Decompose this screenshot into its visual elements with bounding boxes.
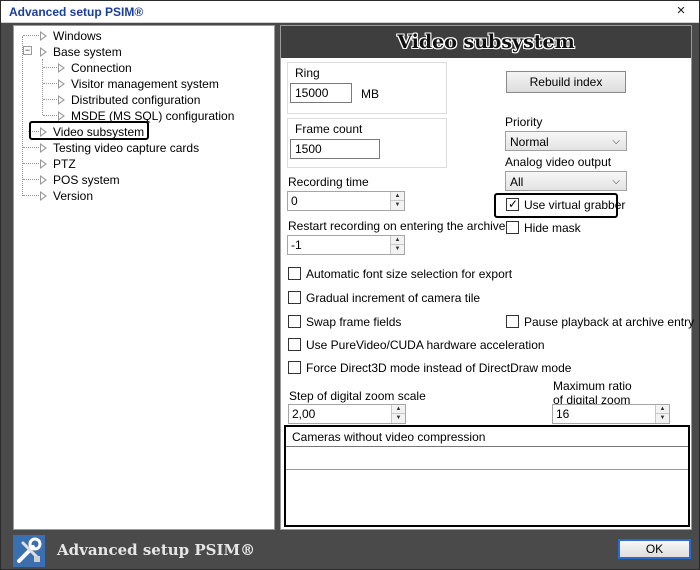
tree-connector xyxy=(43,67,57,68)
auto-font-size-label: Automatic font size selection for export xyxy=(306,267,513,281)
close-icon[interactable]: × xyxy=(673,3,689,19)
purevideo-cuda-label: Use PureVideo/CUDA hardware acceleration xyxy=(306,338,545,352)
tree-connector xyxy=(22,36,23,196)
swap-frame-fields-checkbox[interactable] xyxy=(288,315,301,328)
pause-playback-label: Pause playback at archive entry xyxy=(524,315,695,329)
ring-input[interactable]: 15000 xyxy=(290,83,352,103)
settings-window: Advanced setup PSIM® × − Windows Base sy… xyxy=(0,0,700,570)
triangle-icon xyxy=(40,175,47,185)
arrow-down-icon[interactable]: ▼ xyxy=(391,201,404,210)
max-ratio-label-line1: Maximum ratio xyxy=(553,379,632,393)
collapse-icon[interactable]: − xyxy=(23,46,32,55)
table-row[interactable] xyxy=(286,448,688,470)
tree-connector xyxy=(23,195,39,196)
cameras-table[interactable]: Cameras without video compression xyxy=(284,425,690,527)
triangle-icon xyxy=(58,63,65,73)
frame-count-label: Frame count xyxy=(295,122,363,136)
triangle-icon xyxy=(40,191,47,201)
max-ratio-stepper[interactable]: 16 ▲ ▼ xyxy=(552,404,670,424)
frame-count-input[interactable]: 1500 xyxy=(290,139,380,159)
footer-bar: Advanced setup PSIM® xyxy=(1,531,699,569)
force-direct3d-checkbox[interactable] xyxy=(288,361,301,374)
rebuild-index-button[interactable]: Rebuild index xyxy=(506,71,626,93)
tools-icon xyxy=(13,535,45,567)
title-bar: Advanced setup PSIM® × xyxy=(1,1,699,23)
zoom-step-label: Step of digital zoom scale xyxy=(289,389,426,403)
gradual-increment-label: Gradual increment of camera tile xyxy=(306,291,481,305)
virtual-grabber-highlight xyxy=(494,193,618,218)
tree-connector xyxy=(43,115,57,116)
priority-select[interactable]: Normal ⌵ xyxy=(505,131,627,151)
arrow-up-icon[interactable]: ▲ xyxy=(656,405,669,414)
pause-playback-checkbox[interactable] xyxy=(506,315,519,328)
restart-recording-stepper[interactable]: -1 ▲ ▼ xyxy=(287,235,405,255)
footer-brand: Advanced setup PSIM® xyxy=(57,541,256,559)
triangle-icon xyxy=(40,159,47,169)
chevron-down-icon: ⌵ xyxy=(612,136,620,147)
hide-mask-label: Hide mask xyxy=(524,221,581,235)
tree-item-windows[interactable]: Windows xyxy=(40,28,102,44)
gradual-increment-checkbox[interactable] xyxy=(288,291,301,304)
analog-output-select[interactable]: All ⌵ xyxy=(505,171,627,191)
triangle-icon xyxy=(40,47,47,57)
cameras-table-header: Cameras without video compression xyxy=(286,427,688,447)
selection-highlight xyxy=(29,121,149,140)
tree-item-testing-capture-cards[interactable]: Testing video capture cards xyxy=(40,140,199,156)
priority-label: Priority xyxy=(505,115,543,129)
zoom-step-stepper[interactable]: 2,00 ▲ ▼ xyxy=(288,404,406,424)
tree-connector xyxy=(23,35,39,36)
tree-connector xyxy=(43,99,57,100)
arrow-up-icon[interactable]: ▲ xyxy=(392,405,405,414)
tree-item-connection[interactable]: Connection xyxy=(58,60,132,76)
triangle-icon xyxy=(40,31,47,41)
panel-title: Video subsystem xyxy=(281,26,691,58)
tree-connector xyxy=(23,179,39,180)
restart-recording-label: Restart recording on entering the archiv… xyxy=(288,219,506,233)
window-title: Advanced setup PSIM® xyxy=(9,5,144,19)
settings-tree: − Windows Base system Connection Visitor… xyxy=(13,25,275,530)
triangle-icon xyxy=(58,79,65,89)
tree-item-base-system[interactable]: Base system xyxy=(40,44,122,60)
tree-item-version[interactable]: Version xyxy=(40,188,93,204)
triangle-icon xyxy=(40,143,47,153)
tree-connector xyxy=(23,163,39,164)
arrow-down-icon[interactable]: ▼ xyxy=(392,414,405,423)
purevideo-cuda-checkbox[interactable] xyxy=(288,338,301,351)
tree-item-distributed-configuration[interactable]: Distributed configuration xyxy=(58,92,200,108)
recording-time-label: Recording time xyxy=(288,175,369,189)
ok-button[interactable]: OK xyxy=(618,539,691,559)
tree-connector xyxy=(43,83,57,84)
tree-item-pos-system[interactable]: POS system xyxy=(40,172,120,188)
arrow-up-icon[interactable]: ▲ xyxy=(391,236,404,245)
triangle-icon xyxy=(58,95,65,105)
hide-mask-checkbox[interactable] xyxy=(506,221,519,234)
recording-time-stepper[interactable]: 0 ▲ ▼ xyxy=(287,191,405,211)
triangle-icon xyxy=(58,111,65,121)
swap-frame-fields-label: Swap frame fields xyxy=(306,315,402,329)
tree-connector xyxy=(23,147,39,148)
tree-item-ptz[interactable]: PTZ xyxy=(40,156,76,172)
auto-font-size-checkbox[interactable] xyxy=(288,267,301,280)
chevron-down-icon: ⌵ xyxy=(612,176,620,187)
arrow-down-icon[interactable]: ▼ xyxy=(391,245,404,254)
tree-item-visitor-management[interactable]: Visitor management system xyxy=(58,76,219,92)
ring-unit: MB xyxy=(361,87,379,101)
force-direct3d-label: Force Direct3D mode instead of DirectDra… xyxy=(306,361,572,375)
analog-output-label: Analog video output xyxy=(505,155,612,169)
arrow-up-icon[interactable]: ▲ xyxy=(391,192,404,201)
ring-label: Ring xyxy=(295,66,320,80)
arrow-down-icon[interactable]: ▼ xyxy=(656,414,669,423)
max-ratio-label: Maximum ratio of digital zoom xyxy=(553,379,632,407)
